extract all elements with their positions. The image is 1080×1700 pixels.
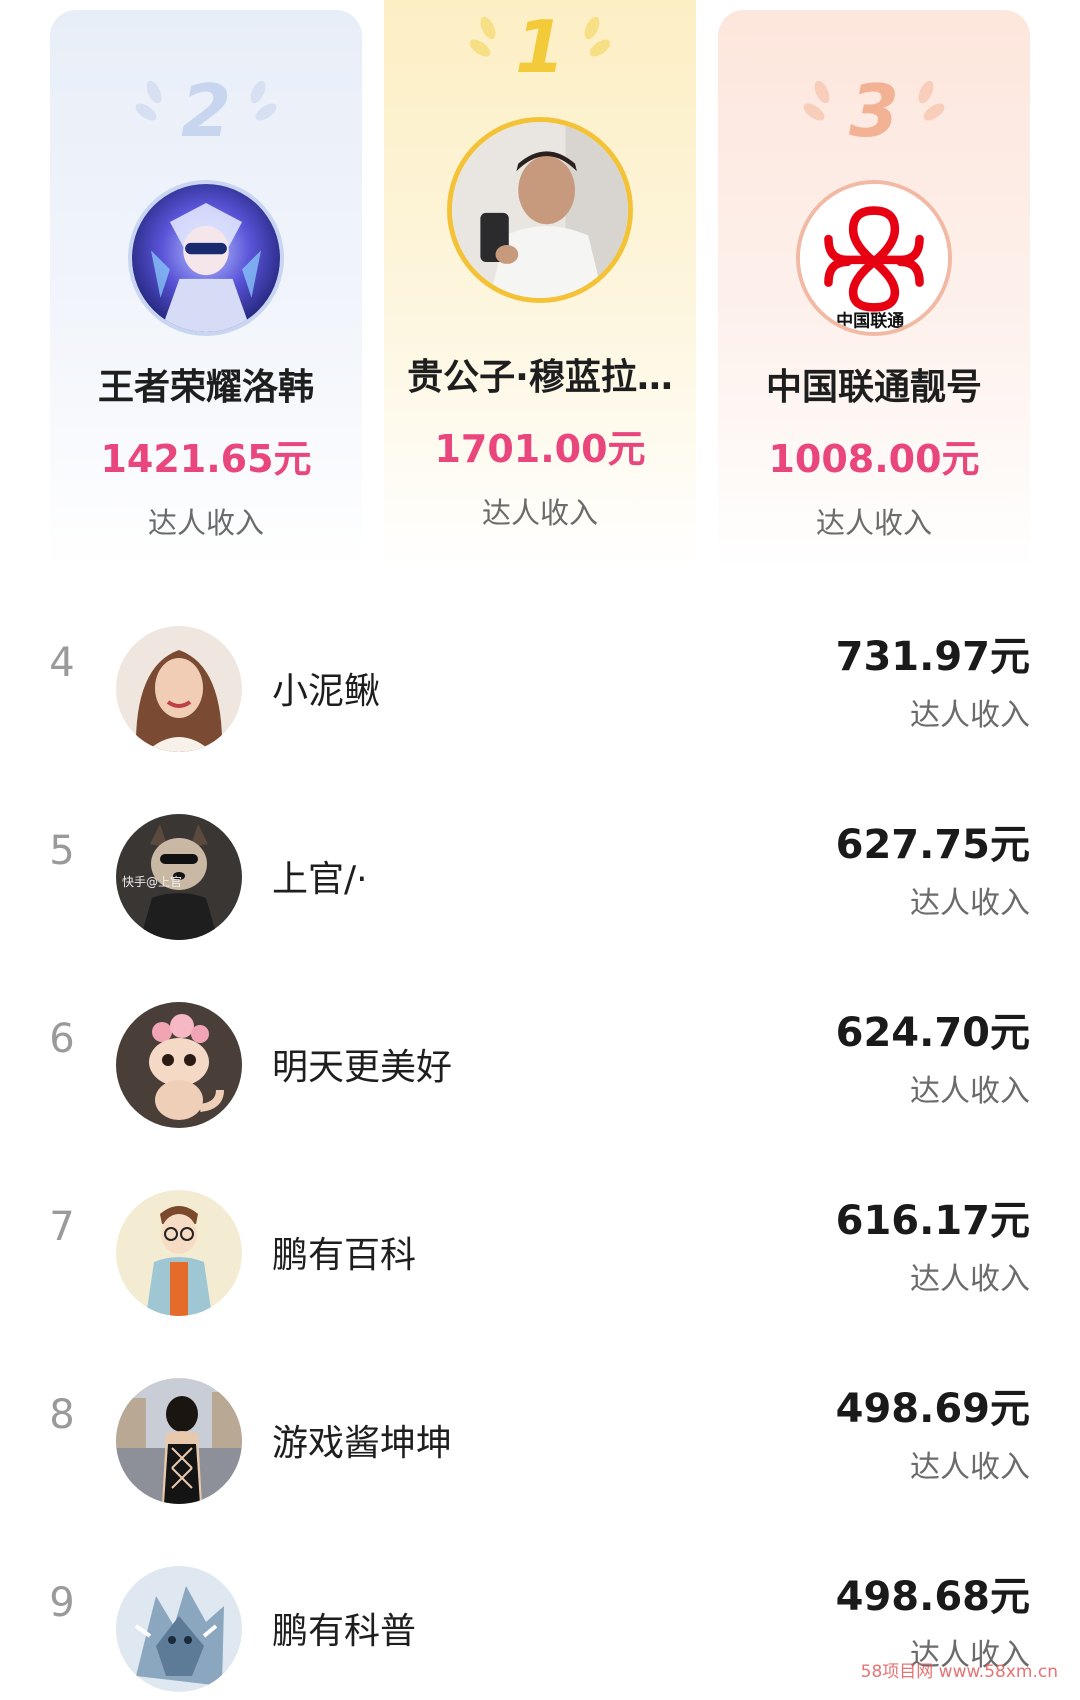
rank-number: 9	[49, 1580, 75, 1626]
income-label: 达人收入	[910, 698, 1030, 733]
game-character-avatar-icon	[132, 184, 280, 332]
income-amount: 624.70元	[835, 1010, 1030, 1056]
podium-amount: 1701.00元	[434, 427, 646, 471]
income-amount: 498.68元	[835, 1574, 1030, 1620]
medal-number: 3	[849, 69, 899, 146]
list-item[interactable]: 6 明天更美好 624.70元 达人收入	[0, 966, 1080, 1154]
podium-amount: 1008.00元	[768, 437, 980, 481]
medal-number: 1	[515, 6, 565, 86]
avatar[interactable]	[116, 1378, 242, 1504]
user-name: 明天更美好	[272, 1047, 453, 1088]
woman-portrait-avatar-icon	[116, 626, 242, 752]
laurel-medal-1-icon: 1	[384, 6, 696, 86]
podium-card-rank-1[interactable]: 1 贵公子·穆蓝拉… 1701.00元 达人收入	[384, 0, 696, 570]
man-selfie-avatar-icon	[452, 122, 628, 298]
avatar[interactable]	[447, 117, 633, 303]
avatar-watermark-text: 快手@上官	[122, 874, 182, 889]
user-name: 小泥鳅	[272, 671, 381, 712]
rank-number: 4	[49, 640, 75, 686]
podium-card-rank-3[interactable]: 3 中国联通 中国联通靓号 1008.00元 达人收入	[718, 10, 1030, 570]
income-amount: 731.97元	[835, 634, 1030, 680]
podium-amount: 1421.65元	[100, 437, 312, 481]
avatar[interactable]	[116, 626, 242, 752]
laurel-medal-3-icon: 3	[718, 66, 1030, 146]
user-name: 上官/·	[272, 859, 368, 900]
ice-wolf-avatar-icon	[116, 1566, 242, 1692]
logo-text: 中国联通	[836, 310, 905, 331]
list-item[interactable]: 4 小泥鳅 731.97元 达人收入	[0, 590, 1080, 778]
list-item[interactable]: 8 游戏酱坤坤 498.69元 达人收入	[0, 1342, 1080, 1530]
rank-number: 6	[49, 1016, 75, 1062]
income-label: 达人收入	[910, 1262, 1030, 1297]
podium-name: 王者荣耀洛韩	[97, 367, 314, 408]
cute-dragon-avatar-icon	[116, 1002, 242, 1128]
watermark: 58项目网 www.58xm.cn	[860, 1662, 1058, 1682]
podium-label: 达人收入	[481, 496, 598, 530]
ranking-list: 4 小泥鳅 731.97元 达人收入 5 快手@上官 上官/· 627.75元 …	[0, 590, 1080, 1700]
china-unicom-logo-icon: 中国联通	[800, 184, 948, 332]
rank-number: 8	[49, 1392, 75, 1438]
user-name: 游戏酱坤坤	[272, 1423, 453, 1464]
medal-number: 2	[181, 69, 231, 146]
income-amount: 627.75元	[835, 822, 1030, 868]
avatar[interactable]	[116, 1190, 242, 1316]
list-item[interactable]: 5 快手@上官 上官/· 627.75元 达人收入	[0, 778, 1080, 966]
avatar[interactable]	[116, 1002, 242, 1128]
avatar[interactable]	[128, 180, 284, 336]
podium-name: 贵公子·穆蓝拉…	[407, 357, 673, 398]
income-label: 达人收入	[910, 1450, 1030, 1485]
list-item[interactable]: 7 鹏有百科 616.17元 达人收入	[0, 1154, 1080, 1342]
income-label: 达人收入	[910, 1074, 1030, 1109]
income-amount: 616.17元	[835, 1198, 1030, 1244]
avatar[interactable]	[116, 1566, 242, 1692]
ranking-page: 2 王者荣耀洛韩 1421.65元 达人收入 1 贵公子·穆蓝拉… 1701.0…	[0, 0, 1080, 1700]
avatar[interactable]: 中国联通	[796, 180, 952, 336]
dog-in-suit-avatar-icon: 快手@上官	[116, 814, 242, 940]
laurel-medal-2-icon: 2	[50, 66, 362, 146]
user-name: 鹏有科普	[272, 1611, 417, 1652]
podium: 2 王者荣耀洛韩 1421.65元 达人收入 1 贵公子·穆蓝拉… 1701.0…	[0, 0, 1080, 580]
cartoon-boy-avatar-icon	[116, 1190, 242, 1316]
income-amount: 498.69元	[835, 1386, 1030, 1432]
podium-name: 中国联通靓号	[765, 367, 982, 408]
user-name: 鹏有百科	[272, 1235, 417, 1276]
avatar[interactable]: 快手@上官	[116, 814, 242, 940]
podium-card-rank-2[interactable]: 2 王者荣耀洛韩 1421.65元 达人收入	[50, 10, 362, 570]
podium-label: 达人收入	[147, 506, 264, 540]
rank-number: 7	[49, 1204, 75, 1250]
podium-label: 达人收入	[815, 506, 932, 540]
rank-number: 5	[49, 828, 75, 874]
income-label: 达人收入	[910, 886, 1030, 921]
woman-back-avatar-icon	[116, 1378, 242, 1504]
